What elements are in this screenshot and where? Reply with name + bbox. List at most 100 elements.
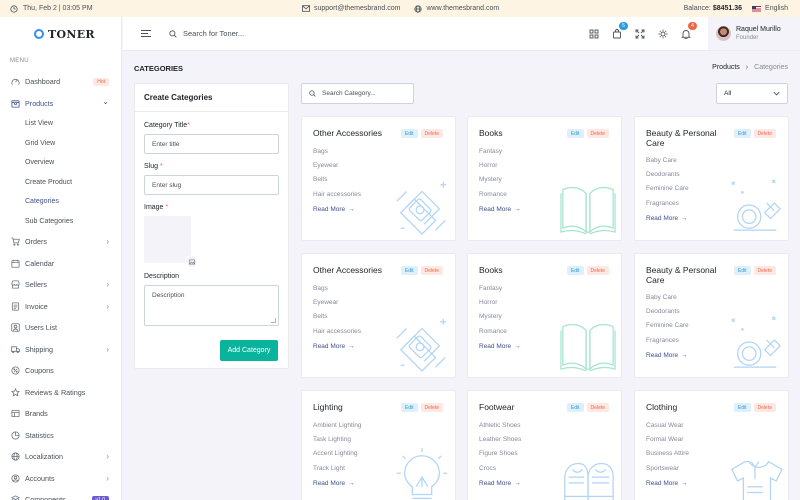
read-more-link[interactable]: Read More →: [479, 343, 521, 350]
category-subitem[interactable]: Bags: [313, 285, 361, 299]
category-subitem[interactable]: Leather Shoes: [479, 436, 521, 450]
read-more-link[interactable]: Read More →: [313, 480, 355, 487]
sidebar-item-accounts[interactable]: Accounts ›: [0, 468, 121, 490]
sidebar-item-coupons[interactable]: Coupons: [0, 360, 121, 382]
language-selector[interactable]: English: [752, 5, 788, 12]
user-profile-dropdown[interactable]: Raquel Murillo Founder: [708, 17, 800, 50]
category-subitem[interactable]: Sportswear: [646, 465, 689, 479]
edit-button[interactable]: Edit: [733, 129, 751, 138]
category-subitem[interactable]: Horror: [479, 162, 507, 176]
edit-button[interactable]: Edit: [566, 266, 584, 275]
sidebar-subitem-create-product[interactable]: Create Product: [0, 173, 121, 193]
edit-button[interactable]: Edit: [566, 129, 584, 138]
sidebar-subitem-overview[interactable]: Overview: [0, 153, 121, 173]
edit-button[interactable]: Edit: [733, 403, 751, 412]
category-subitem[interactable]: Figure Shoes: [479, 450, 521, 464]
category-subitem[interactable]: Fragrances: [646, 337, 689, 351]
breadcrumb-products[interactable]: Products: [712, 64, 740, 71]
edit-button[interactable]: Edit: [733, 266, 751, 275]
delete-button[interactable]: Delete: [420, 403, 443, 412]
category-subitem[interactable]: Crocs: [479, 465, 521, 479]
image-upload-icon[interactable]: [185, 255, 198, 268]
category-subitem[interactable]: Hair accessories: [313, 328, 361, 342]
category-subitem[interactable]: Feminine Care: [646, 322, 689, 336]
category-subitem[interactable]: Accent Lighting: [313, 450, 361, 464]
sidebar-item-orders[interactable]: Orders ›: [0, 231, 121, 253]
category-subitem[interactable]: Horror: [479, 299, 507, 313]
category-subitem[interactable]: Ambient Lighting: [313, 422, 361, 436]
category-subitem[interactable]: Deodorants: [646, 171, 689, 185]
edit-button[interactable]: Edit: [400, 266, 418, 275]
category-title-input[interactable]: Enter title: [144, 134, 279, 154]
website-link[interactable]: www.themesbrand.com: [414, 4, 499, 13]
sidebar-item-components[interactable]: Components v1.0: [0, 489, 121, 500]
sidebar-subitem-categories[interactable]: Categories: [0, 192, 121, 212]
sidebar-item-reviews-ratings[interactable]: Reviews & Ratings: [0, 382, 121, 404]
delete-button[interactable]: Delete: [420, 266, 443, 275]
delete-button[interactable]: Delete: [586, 266, 609, 275]
category-subitem[interactable]: Fantasy: [479, 148, 507, 162]
category-subitem[interactable]: Mystery: [479, 176, 507, 190]
edit-button[interactable]: Edit: [400, 403, 418, 412]
slug-input[interactable]: Enter slug: [144, 175, 279, 195]
category-subitem[interactable]: Romance: [479, 191, 507, 205]
sidebar-item-localization[interactable]: Localization ›: [0, 446, 121, 468]
sidebar-item-brands[interactable]: Brands: [0, 403, 121, 425]
support-email[interactable]: support@themesbrand.com: [302, 5, 400, 12]
read-more-link[interactable]: Read More →: [646, 480, 688, 487]
category-subitem[interactable]: Romance: [479, 328, 507, 342]
category-subitem[interactable]: Mystery: [479, 313, 507, 327]
fullscreen-icon[interactable]: [635, 29, 645, 39]
sidebar-subitem-sub-categories[interactable]: Sub Categories: [0, 212, 121, 232]
sidebar-item-statistics[interactable]: Statistics: [0, 425, 121, 447]
cart-bag-icon[interactable]: 5: [612, 21, 628, 39]
sidebar-item-invoice[interactable]: Invoice ›: [0, 296, 121, 318]
category-subitem[interactable]: Business Attire: [646, 450, 689, 464]
category-subitem[interactable]: Casual Wear: [646, 422, 689, 436]
hamburger-menu-icon[interactable]: [141, 30, 151, 37]
edit-button[interactable]: Edit: [566, 403, 584, 412]
delete-button[interactable]: Delete: [420, 129, 443, 138]
edit-button[interactable]: Edit: [400, 129, 418, 138]
sidebar-item-users-list[interactable]: Users List: [0, 317, 121, 339]
category-subitem[interactable]: Athletic Shoes: [479, 422, 521, 436]
category-subitem[interactable]: Belts: [313, 313, 361, 327]
read-more-link[interactable]: Read More →: [646, 215, 688, 222]
category-subitem[interactable]: Eyewear: [313, 162, 361, 176]
sidebar-item-calendar[interactable]: Calendar: [0, 253, 121, 275]
sidebar-item-sellers[interactable]: Sellers ›: [0, 274, 121, 296]
sidebar-item-shipping[interactable]: Shipping ›: [0, 339, 121, 361]
image-upload-preview[interactable]: [144, 216, 198, 268]
category-subitem[interactable]: Baby Care: [646, 294, 689, 308]
category-subitem[interactable]: Formal Wear: [646, 436, 689, 450]
category-subitem[interactable]: Fragrances: [646, 200, 689, 214]
delete-button[interactable]: Delete: [753, 266, 776, 275]
delete-button[interactable]: Delete: [753, 129, 776, 138]
category-subitem[interactable]: Feminine Care: [646, 185, 689, 199]
read-more-link[interactable]: Read More →: [313, 206, 355, 213]
category-subitem[interactable]: Fantasy: [479, 285, 507, 299]
read-more-link[interactable]: Read More →: [646, 352, 688, 359]
apps-grid-icon[interactable]: [589, 29, 599, 39]
header-search[interactable]: Search for Toner...: [169, 29, 244, 38]
category-subitem[interactable]: Belts: [313, 176, 361, 190]
category-subitem[interactable]: Track Light: [313, 465, 361, 479]
category-subitem[interactable]: Task Lighting: [313, 436, 361, 450]
delete-button[interactable]: Delete: [586, 403, 609, 412]
sidebar-item-dashboard[interactable]: Dashboard Hot: [0, 71, 121, 93]
read-more-link[interactable]: Read More →: [313, 343, 355, 350]
read-more-link[interactable]: Read More →: [479, 480, 521, 487]
category-subitem[interactable]: Deodorants: [646, 308, 689, 322]
category-subitem[interactable]: Hair accessories: [313, 191, 361, 205]
category-subitem[interactable]: Bags: [313, 148, 361, 162]
category-search-input[interactable]: Search Category...: [301, 83, 414, 104]
theme-toggle-sun-icon[interactable]: [658, 29, 668, 39]
delete-button[interactable]: Delete: [586, 129, 609, 138]
category-subitem[interactable]: Baby Care: [646, 157, 689, 171]
notification-bell-icon[interactable]: 4: [681, 21, 697, 39]
sidebar-subitem-list-view[interactable]: List View: [0, 114, 121, 134]
delete-button[interactable]: Delete: [753, 403, 776, 412]
category-subitem[interactable]: Eyewear: [313, 299, 361, 313]
sidebar-subitem-grid-view[interactable]: Grid View: [0, 134, 121, 154]
sidebar-item-products[interactable]: Products ⌄: [0, 93, 121, 115]
